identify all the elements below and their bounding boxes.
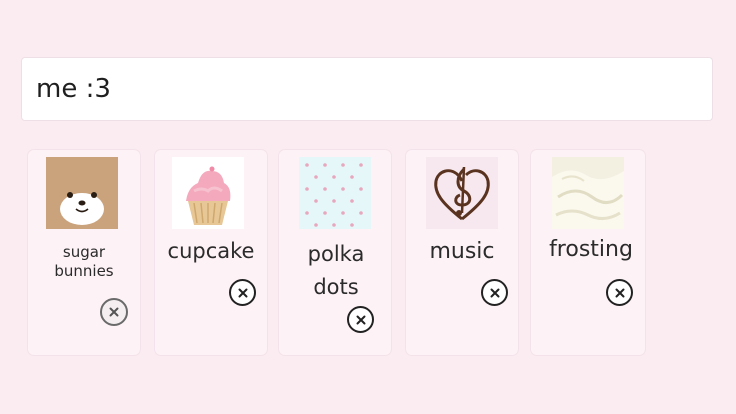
remove-tag-button[interactable] [481,279,508,306]
tag-card-cupcake[interactable]: cupcake [155,150,267,355]
remove-tag-button[interactable] [229,279,256,306]
remove-tag-button[interactable] [606,279,633,306]
tag-card-music[interactable]: music [406,150,518,355]
tag-card-polka-dots[interactable]: polka dots [279,150,391,355]
teddy-bear-image [46,157,118,229]
title-input[interactable]: me :3 [22,58,712,120]
frosting-image [552,157,624,229]
remove-tag-button[interactable] [347,306,374,333]
tag-label: cupcake [167,239,255,263]
remove-tag-button[interactable] [100,298,128,326]
tag-label: music [429,239,495,264]
title-input-value: me :3 [36,74,111,104]
cupcake-image [172,157,244,229]
close-icon [238,288,247,297]
tag-label: polka dots [307,242,365,299]
tag-label: frosting [549,237,633,262]
close-icon [615,288,624,297]
close-icon [356,315,365,324]
tag-card-sugar-bunnies[interactable]: sugar bunnies [28,150,140,355]
tag-card-frosting[interactable]: frosting [531,150,645,355]
polka-dot-image [299,157,371,229]
treble-clef-heart-image [426,157,498,229]
close-icon [490,288,499,297]
close-icon [109,307,119,317]
tag-label: sugar bunnies [54,243,114,280]
